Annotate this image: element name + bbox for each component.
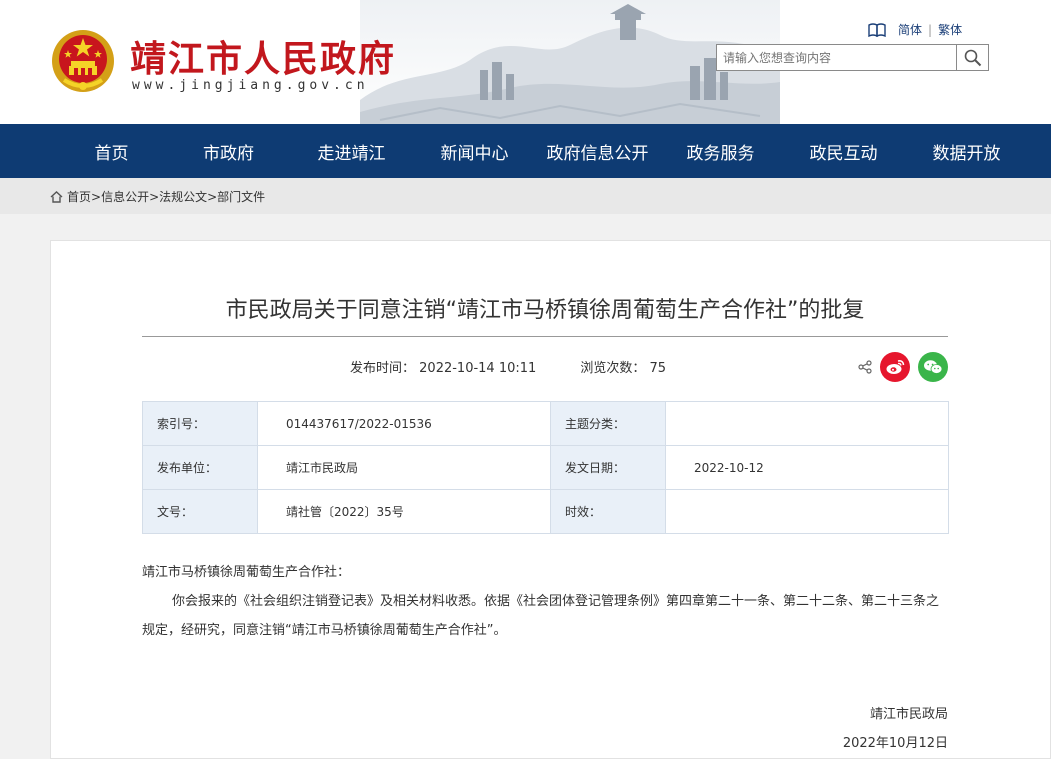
body-salutation: 靖江市马桥镇徐周葡萄生产合作社： [142, 565, 351, 580]
body-paragraph: 你会报来的《社会组织注销登记表》及相关材料收悉。依据《社会团体登记管理条例》第四… [142, 594, 940, 638]
nav-item-about-jingjiang[interactable]: 走进靖江 [290, 124, 413, 178]
lang-separator: | [928, 22, 933, 37]
publish-time-group: 发布时间： 2022-10-14 10:11 [350, 357, 536, 376]
share-weibo-button[interactable] [880, 352, 910, 382]
index-number-value: 014437617/2022-01536 [257, 401, 551, 446]
search-button[interactable] [956, 45, 988, 70]
language-switcher: 简体 | 繁体 [868, 21, 962, 38]
share-icon [858, 360, 872, 374]
breadcrumb-path[interactable]: >信息公开>法规公文>部门文件 [91, 188, 265, 205]
national-emblem-icon [52, 30, 114, 92]
table-row: 文号： 靖社管〔2022〕35号 时效： [142, 489, 949, 534]
site-header: 靖江市人民政府 www.jingjiang.gov.cn 简体 | 繁体 [0, 0, 1051, 124]
nav-item-city-government[interactable]: 市政府 [167, 124, 290, 178]
issuer-value: 靖江市民政局 [257, 445, 551, 490]
index-number-label: 索引号： [142, 401, 258, 446]
issuer-label: 发布单位： [142, 445, 258, 490]
issue-date-label: 发文日期： [550, 445, 666, 490]
wechat-icon [924, 360, 943, 374]
issue-date-value: 2022-10-12 [665, 445, 949, 490]
nav-item-public-interaction[interactable]: 政民互动 [782, 124, 905, 178]
traditional-chinese-link[interactable]: 繁体 [938, 21, 962, 38]
nav-item-news-center[interactable]: 新闻中心 [413, 124, 536, 178]
document-number-value: 靖社管〔2022〕35号 [257, 489, 551, 534]
signature-date: 2022年10月12日 [842, 736, 948, 751]
search-box [716, 44, 989, 71]
share-wechat-button[interactable] [918, 352, 948, 382]
book-icon [868, 22, 886, 37]
view-count-group: 浏览次数： 75 [580, 357, 666, 376]
article-body: 靖江市马桥镇徐周葡萄生产合作社： 你会报来的《社会组织注销登记表》及相关材料收悉… [142, 558, 950, 645]
view-count-value: 75 [649, 361, 667, 376]
nav-item-open-data[interactable]: 数据开放 [905, 124, 1028, 178]
weibo-icon [886, 360, 905, 374]
validity-value [665, 489, 949, 534]
publish-time-value: 2022-10-14 10:11 [419, 361, 537, 376]
breadcrumb-bar: 首页 >信息公开>法规公文>部门文件 [0, 178, 1051, 214]
topic-category-label: 主题分类： [550, 401, 666, 446]
search-icon [964, 49, 981, 66]
nav-item-home[interactable]: 首页 [56, 124, 167, 178]
topic-category-value [665, 401, 949, 446]
home-icon [50, 190, 63, 203]
simplified-chinese-link[interactable]: 简体 [898, 21, 922, 38]
validity-label: 时效： [550, 489, 666, 534]
document-number-label: 文号： [142, 489, 258, 534]
nav-item-government-services[interactable]: 政务服务 [659, 124, 782, 178]
signature-organization: 靖江市民政局 [869, 707, 948, 722]
share-bar [858, 352, 948, 382]
search-input[interactable] [717, 45, 956, 70]
title-divider [142, 336, 948, 337]
table-row: 发布单位： 靖江市民政局 发文日期： 2022-10-12 [142, 445, 949, 490]
main-navigation: 首页 市政府 走进靖江 新闻中心 政府信息公开 政务服务 政民互动 数据开放 [0, 124, 1051, 178]
article-title: 市民政局关于同意注销“靖江市马桥镇徐周葡萄生产合作社”的批复 [225, 298, 865, 323]
article-meta: 发布时间： 2022-10-14 10:11 浏览次数： 75 [350, 357, 666, 376]
breadcrumb-home-link[interactable]: 首页 [67, 188, 91, 205]
site-title[interactable]: 靖江市人民政府 [130, 30, 396, 82]
publish-time-label: 发布时间： [350, 361, 416, 376]
view-count-label: 浏览次数： [580, 361, 646, 376]
breadcrumb: 首页 >信息公开>法规公文>部门文件 [50, 188, 265, 205]
document-info-table: 索引号： 014437617/2022-01536 主题分类： 发布单位： 靖江… [142, 401, 949, 534]
table-row: 索引号： 014437617/2022-01536 主题分类： [142, 401, 949, 446]
site-url: www.jingjiang.gov.cn [132, 78, 369, 93]
nav-item-government-info[interactable]: 政府信息公开 [536, 124, 659, 178]
